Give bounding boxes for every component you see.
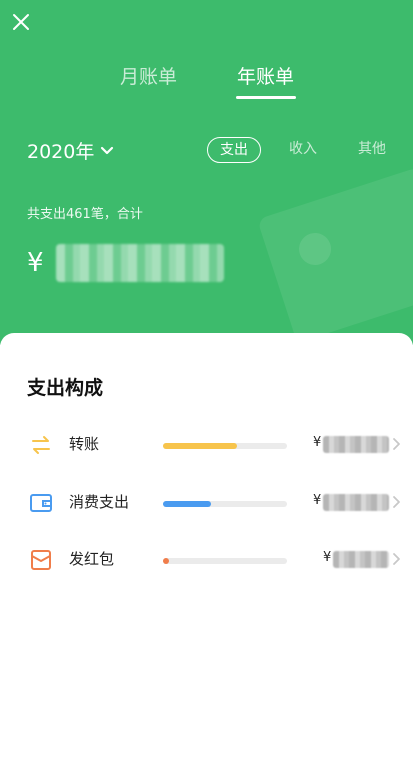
item-label: 消费支出 (69, 493, 130, 511)
redacted-total (55, 244, 224, 282)
decorative-card-illustration (257, 166, 413, 344)
progress-bar (163, 501, 287, 507)
type-filter: 支出 收入 其他 (0, 137, 413, 163)
active-tab-indicator (236, 96, 296, 99)
currency-symbol: ¥ (313, 435, 322, 450)
progress-fill (163, 501, 212, 507)
currency-symbol: ¥ (323, 550, 332, 565)
close-icon[interactable] (10, 11, 32, 33)
chevron-right-icon (393, 496, 400, 508)
currency-symbol: ¥ (313, 493, 322, 508)
currency-symbol: ¥ (27, 248, 44, 278)
progress-fill (163, 443, 238, 449)
redacted-amount (323, 494, 389, 511)
wallet-icon (29, 491, 53, 515)
tab-yearly-bill[interactable]: 年账单 (237, 62, 294, 89)
chevron-right-icon (393, 438, 400, 450)
tab-monthly-bill[interactable]: 月账单 (120, 62, 177, 89)
progress-fill (163, 558, 170, 564)
redacted-amount (333, 551, 389, 568)
period-tabs: 月账单 年账单 (0, 62, 413, 102)
breakdown-card: 支出构成 转账 ¥ 消费支出 ¥ 发红包 ¥ (0, 333, 413, 766)
progress-bar (163, 443, 287, 449)
expense-summary: 共支出461笔，合计 (27, 207, 143, 222)
list-item-transfer[interactable]: 转账 ¥ (0, 425, 413, 465)
filter-income[interactable]: 收入 (289, 137, 317, 161)
filter-other[interactable]: 其他 (358, 137, 386, 161)
section-title: 支出构成 (27, 377, 104, 399)
item-label: 发红包 (69, 550, 115, 568)
filter-expense[interactable]: 支出 (207, 137, 261, 163)
progress-bar (163, 558, 287, 564)
list-item-red-packet[interactable]: 发红包 ¥ (0, 540, 413, 580)
bill-header: 月账单 年账单 2020年 支出 收入 其他 共支出461笔，合计 ¥ (0, 0, 413, 345)
red-packet-icon (29, 548, 53, 572)
list-item-consumption[interactable]: 消费支出 ¥ (0, 483, 413, 523)
total-amount: ¥ (27, 244, 224, 282)
item-label: 转账 (69, 435, 100, 453)
redacted-amount (323, 436, 389, 453)
transfer-icon (29, 433, 53, 457)
chevron-right-icon (393, 553, 400, 565)
